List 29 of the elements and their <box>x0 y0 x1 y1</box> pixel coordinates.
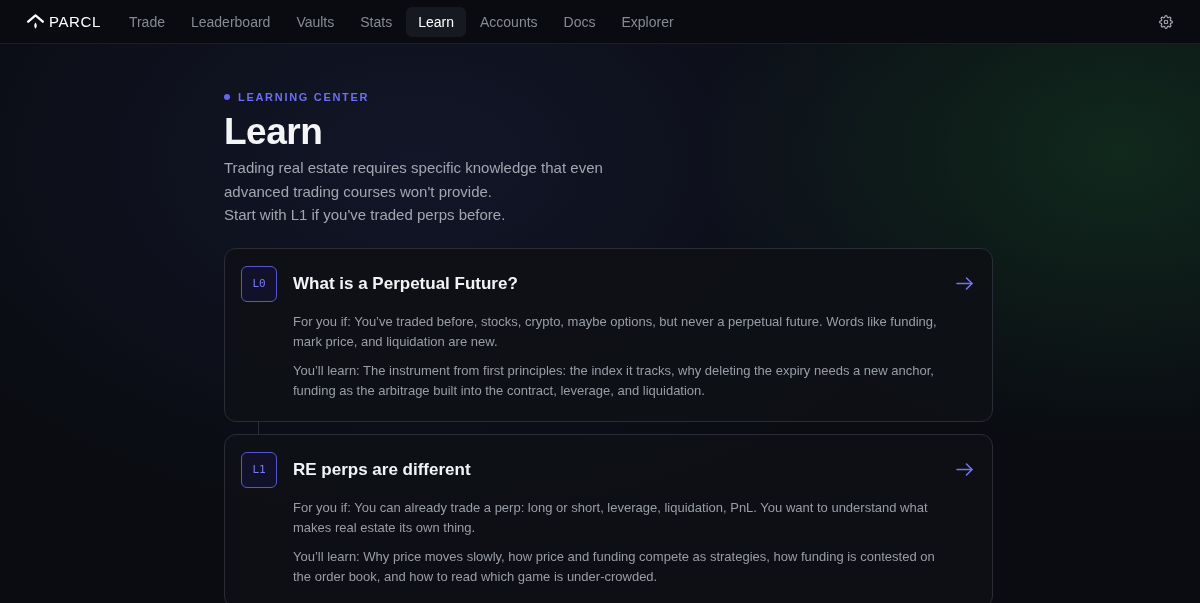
nav-tab[interactable]: Accounts <box>467 6 550 37</box>
audience-text: For you if: You can already trade a perp: long or short, leverage, liquidation, PnL. You want to understand what makes real estate its own thing. <box>293 498 929 537</box>
arrow-right-icon <box>956 463 973 476</box>
intro-text: Trading real estate requires specific knowledge that even advanced trading courses won't provide. <box>224 158 604 202</box>
outcome-text: You’ll learn: Why price moves slowly, how price and funding compete as strategies, how funding is contested on the order book, and how to read which game is under-crowded. <box>293 547 936 586</box>
settings-icon <box>1159 14 1173 29</box>
nav-tab[interactable]: Learn <box>406 6 466 37</box>
intro-note: Start with L1 if you've traded perps before. <box>224 205 507 225</box>
page-title: Learn <box>224 110 324 154</box>
settings-button[interactable] <box>1159 14 1173 29</box>
level-badge: L0 <box>241 265 277 302</box>
home-link[interactable]: PARCL <box>27 13 101 30</box>
nav-tab[interactable]: Stats <box>348 6 405 37</box>
audience-text: For you if: You’ve traded before, stocks, crypto, maybe options, but never a perpetual future. Words like funding, mark price, and liquidation are new. <box>293 312 938 351</box>
course-title: RE perps are different <box>293 459 472 480</box>
level-badge: L1 <box>241 451 277 488</box>
nav-tab[interactable]: Vaults <box>284 6 347 37</box>
course-card[interactable] <box>224 433 993 603</box>
nav-tab[interactable]: Trade <box>116 6 177 37</box>
arrow-right-icon <box>956 277 973 290</box>
nav-tab[interactable]: Leaderboard <box>178 6 283 37</box>
bullet-dot-icon <box>224 94 230 100</box>
course-title: What is a Perpetual Future? <box>293 273 519 294</box>
outcome-text: You’ll learn: The instrument from first principles: the index it tracks, why deleting the expiry needs a new anchor, funding as the arbitrage built into the contract, leverage, and liquidation. <box>293 361 935 400</box>
section-label: LEARNING CENTER <box>238 90 370 104</box>
nav-tab[interactable]: Docs <box>551 6 608 37</box>
course-card[interactable] <box>224 247 993 422</box>
nav-tab[interactable]: Explorer <box>609 6 686 37</box>
roof-logo-icon <box>27 14 44 29</box>
